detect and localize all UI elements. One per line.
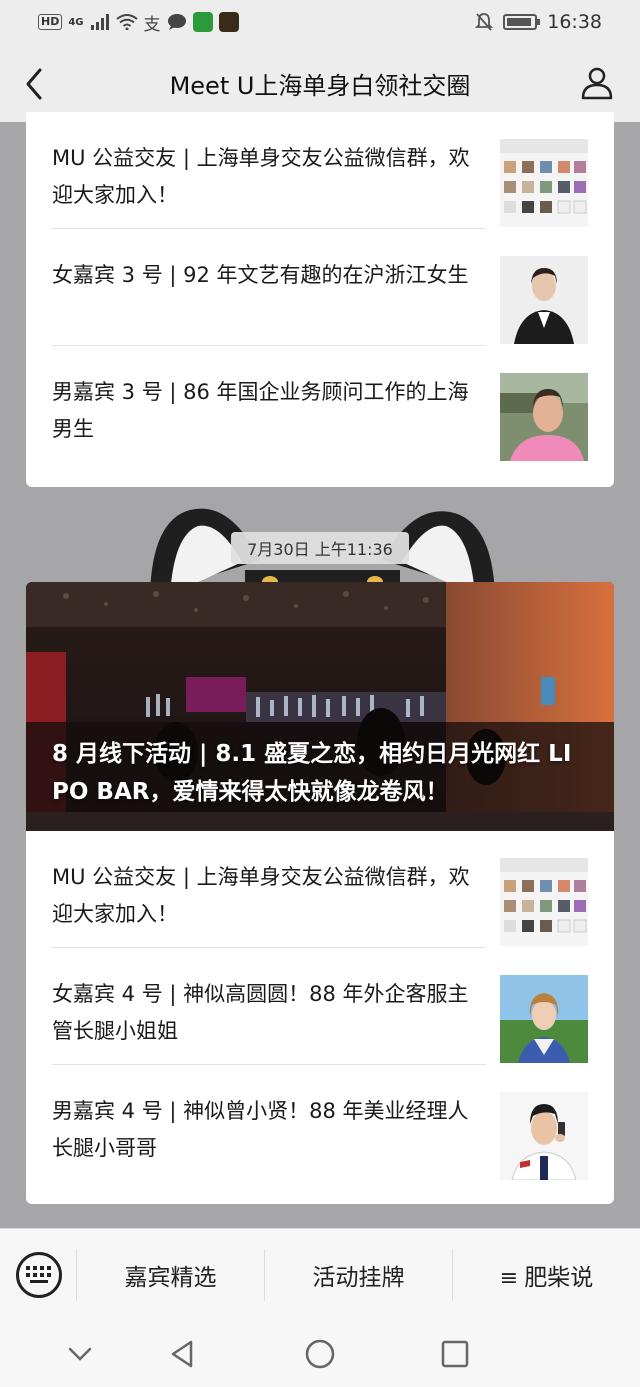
article-title[interactable]: 女嘉宾 3 号 | 92 年文艺有趣的在沪浙江女生 — [52, 257, 482, 294]
mute-bell-icon — [475, 13, 494, 31]
battery-icon — [503, 14, 541, 30]
official-account-menu: 嘉宾精选 活动挂牌 ≡ 肥柴说 — [0, 1228, 640, 1320]
wifi-icon — [115, 14, 138, 30]
keyboard-icon — [26, 1265, 51, 1283]
system-nav-bar — [0, 1320, 640, 1387]
hero-title[interactable]: 8 月线下活动 | 8.1 盛夏之恋，相约日月光网红 LI PO BAR，爱情来… — [52, 735, 597, 811]
back-triangle-icon[interactable] — [163, 1334, 203, 1374]
menu-item-guests[interactable]: 嘉宾精选 — [77, 1258, 264, 1292]
menu-item-feichai[interactable]: ≡ 肥柴说 — [453, 1258, 640, 1292]
article-title[interactable]: MU 公益交友 | 上海单身交友公益微信群，欢迎大家加入！ — [52, 859, 482, 933]
list-item[interactable]: 男嘉宾 3 号 | 86 年国企业务顾问工作的上海男生 — [26, 346, 614, 463]
list-item[interactable]: MU 公益交友 | 上海单身交友公益微信群，欢迎大家加入！ — [26, 831, 614, 948]
nav-bar: Meet U上海单身白领社交圈 — [0, 44, 640, 122]
article-title[interactable]: 男嘉宾 3 号 | 86 年国企业务顾问工作的上海男生 — [52, 374, 482, 448]
article-thumbnail[interactable] — [500, 139, 588, 227]
hd-indicator: HD — [38, 14, 63, 30]
status-bar: HD 4G 支 16:38 — [0, 0, 640, 44]
article-thumbnail[interactable] — [500, 373, 588, 461]
app-notification-icon — [192, 12, 213, 32]
clock: 16:38 — [547, 11, 602, 33]
back-arrow-icon[interactable] — [20, 66, 52, 102]
article-thumbnail[interactable] — [500, 256, 588, 344]
article-thumbnail[interactable] — [500, 1092, 588, 1180]
submenu-icon: ≡ — [499, 1265, 519, 1291]
message-icon — [167, 14, 186, 30]
page-title: Meet U上海单身白领社交圈 — [169, 71, 471, 100]
article-card: 8 月线下活动 | 8.1 盛夏之恋，相约日月光网红 LI PO BAR，爱情来… — [26, 582, 614, 1204]
hero-article[interactable]: 8 月线下活动 | 8.1 盛夏之恋，相约日月光网红 LI PO BAR，爱情来… — [26, 582, 614, 831]
keyboard-toggle-button[interactable] — [16, 1251, 62, 1298]
list-item[interactable]: MU 公益交友 | 上海单身交友公益微信群，欢迎大家加入！ — [26, 112, 614, 229]
menu-item-events[interactable]: 活动挂牌 — [265, 1258, 452, 1292]
article-card: MU 公益交友 | 上海单身交友公益微信群，欢迎大家加入！ 女嘉宾 3 号 | … — [26, 112, 614, 487]
recents-square-icon[interactable] — [435, 1334, 475, 1374]
list-item[interactable]: 女嘉宾 4 号 | 神似高圆圆！88 年外企客服主管长腿小姐姐 — [26, 948, 614, 1065]
message-timestamp: 7月30日 上午11:36 — [231, 532, 409, 564]
network-type: 4G — [68, 16, 84, 28]
article-thumbnail[interactable] — [500, 975, 588, 1063]
list-item[interactable]: 女嘉宾 3 号 | 92 年文艺有趣的在沪浙江女生 — [26, 229, 614, 346]
app-notification-icon — [218, 12, 239, 32]
article-title[interactable]: 女嘉宾 4 号 | 神似高圆圆！88 年外企客服主管长腿小姐姐 — [52, 976, 482, 1050]
signal-icon — [90, 14, 109, 30]
list-item[interactable]: 男嘉宾 4 号 | 神似曾小贤！88 年美业经理人长腿小哥哥 — [26, 1065, 614, 1182]
article-title[interactable]: MU 公益交友 | 上海单身交友公益微信群，欢迎大家加入！ — [52, 140, 482, 214]
article-title[interactable]: 男嘉宾 4 号 | 神似曾小贤！88 年美业经理人长腿小哥哥 — [52, 1093, 482, 1167]
home-circle-icon[interactable] — [300, 1334, 340, 1374]
article-thumbnail[interactable] — [500, 858, 588, 946]
hide-nav-chevron-icon[interactable] — [60, 1334, 100, 1374]
alipay-icon: 支 — [143, 14, 161, 35]
profile-icon[interactable] — [580, 66, 614, 100]
